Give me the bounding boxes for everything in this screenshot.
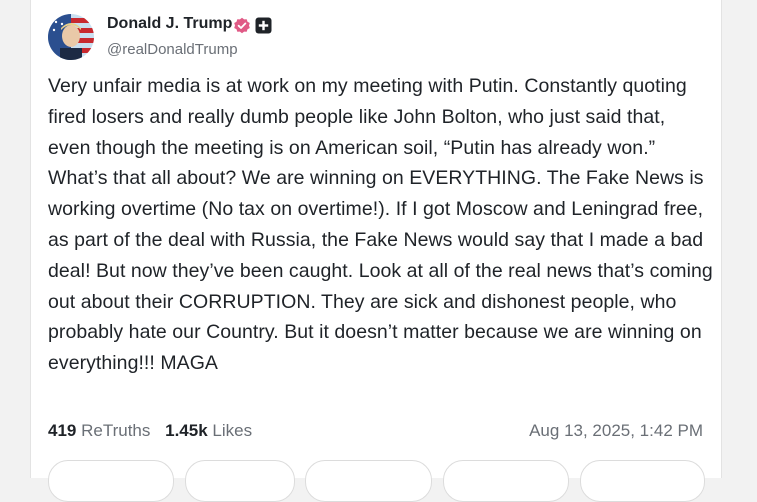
retruths-count: 419 bbox=[48, 421, 77, 440]
more-button[interactable] bbox=[580, 460, 705, 502]
share-button[interactable] bbox=[443, 460, 569, 502]
likes-label: Likes bbox=[212, 421, 253, 440]
post-timestamp[interactable]: Aug 13, 2025, 1:42 PM bbox=[529, 421, 703, 441]
reply-button[interactable] bbox=[48, 460, 174, 502]
likes-count: 1.45k bbox=[165, 421, 208, 440]
author-display-name[interactable]: Donald J. Trump bbox=[107, 15, 232, 33]
post-text: Very unfair media is at work on my meeti… bbox=[48, 75, 713, 375]
retruths-stat[interactable]: 419 ReTruths bbox=[48, 421, 150, 440]
verified-badge-icon bbox=[233, 17, 251, 35]
like-button[interactable] bbox=[305, 460, 432, 502]
retruth-button[interactable] bbox=[185, 460, 295, 502]
avatar[interactable] bbox=[48, 14, 94, 60]
author-handle[interactable]: @realDonaldTrump bbox=[107, 41, 238, 58]
likes-stat[interactable]: 1.45k Likes bbox=[165, 421, 252, 440]
post-stats: 419 ReTruths 1.45k Likes bbox=[48, 421, 262, 441]
retruths-label: ReTruths bbox=[81, 421, 151, 440]
plus-square-icon bbox=[255, 17, 272, 34]
